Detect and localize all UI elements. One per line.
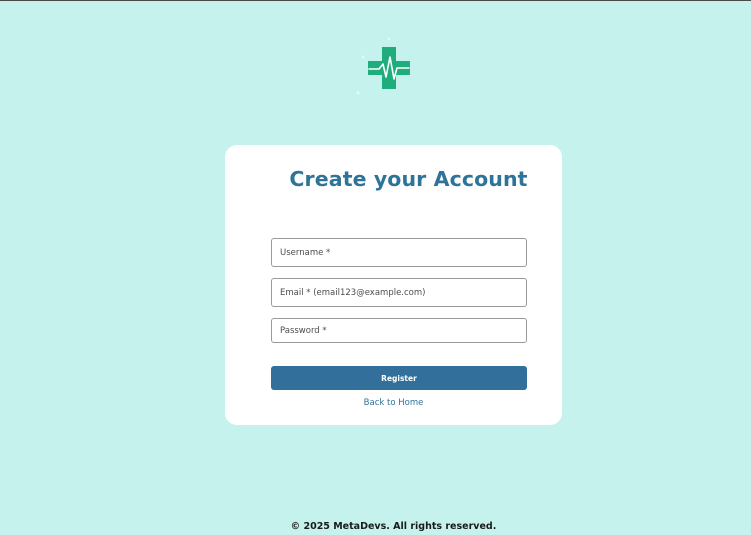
- username-input[interactable]: [271, 238, 527, 267]
- register-button[interactable]: Register: [271, 366, 527, 390]
- email-input[interactable]: [271, 278, 527, 307]
- back-to-home-link[interactable]: Back to Home: [225, 398, 562, 408]
- register-card: Create your Account Register Back to Hom…: [225, 145, 562, 425]
- logo-sparkle-dot: [361, 55, 365, 59]
- medical-cross-heartbeat-icon: [356, 37, 410, 95]
- password-input[interactable]: [271, 318, 527, 343]
- page-title: Create your Account: [289, 167, 528, 191]
- logo-sparkle-dot: [356, 91, 360, 95]
- logo-sparkle-dot: [387, 37, 391, 41]
- footer-copyright: © 2025 MetaDevs. All rights reserved.: [290, 521, 497, 532]
